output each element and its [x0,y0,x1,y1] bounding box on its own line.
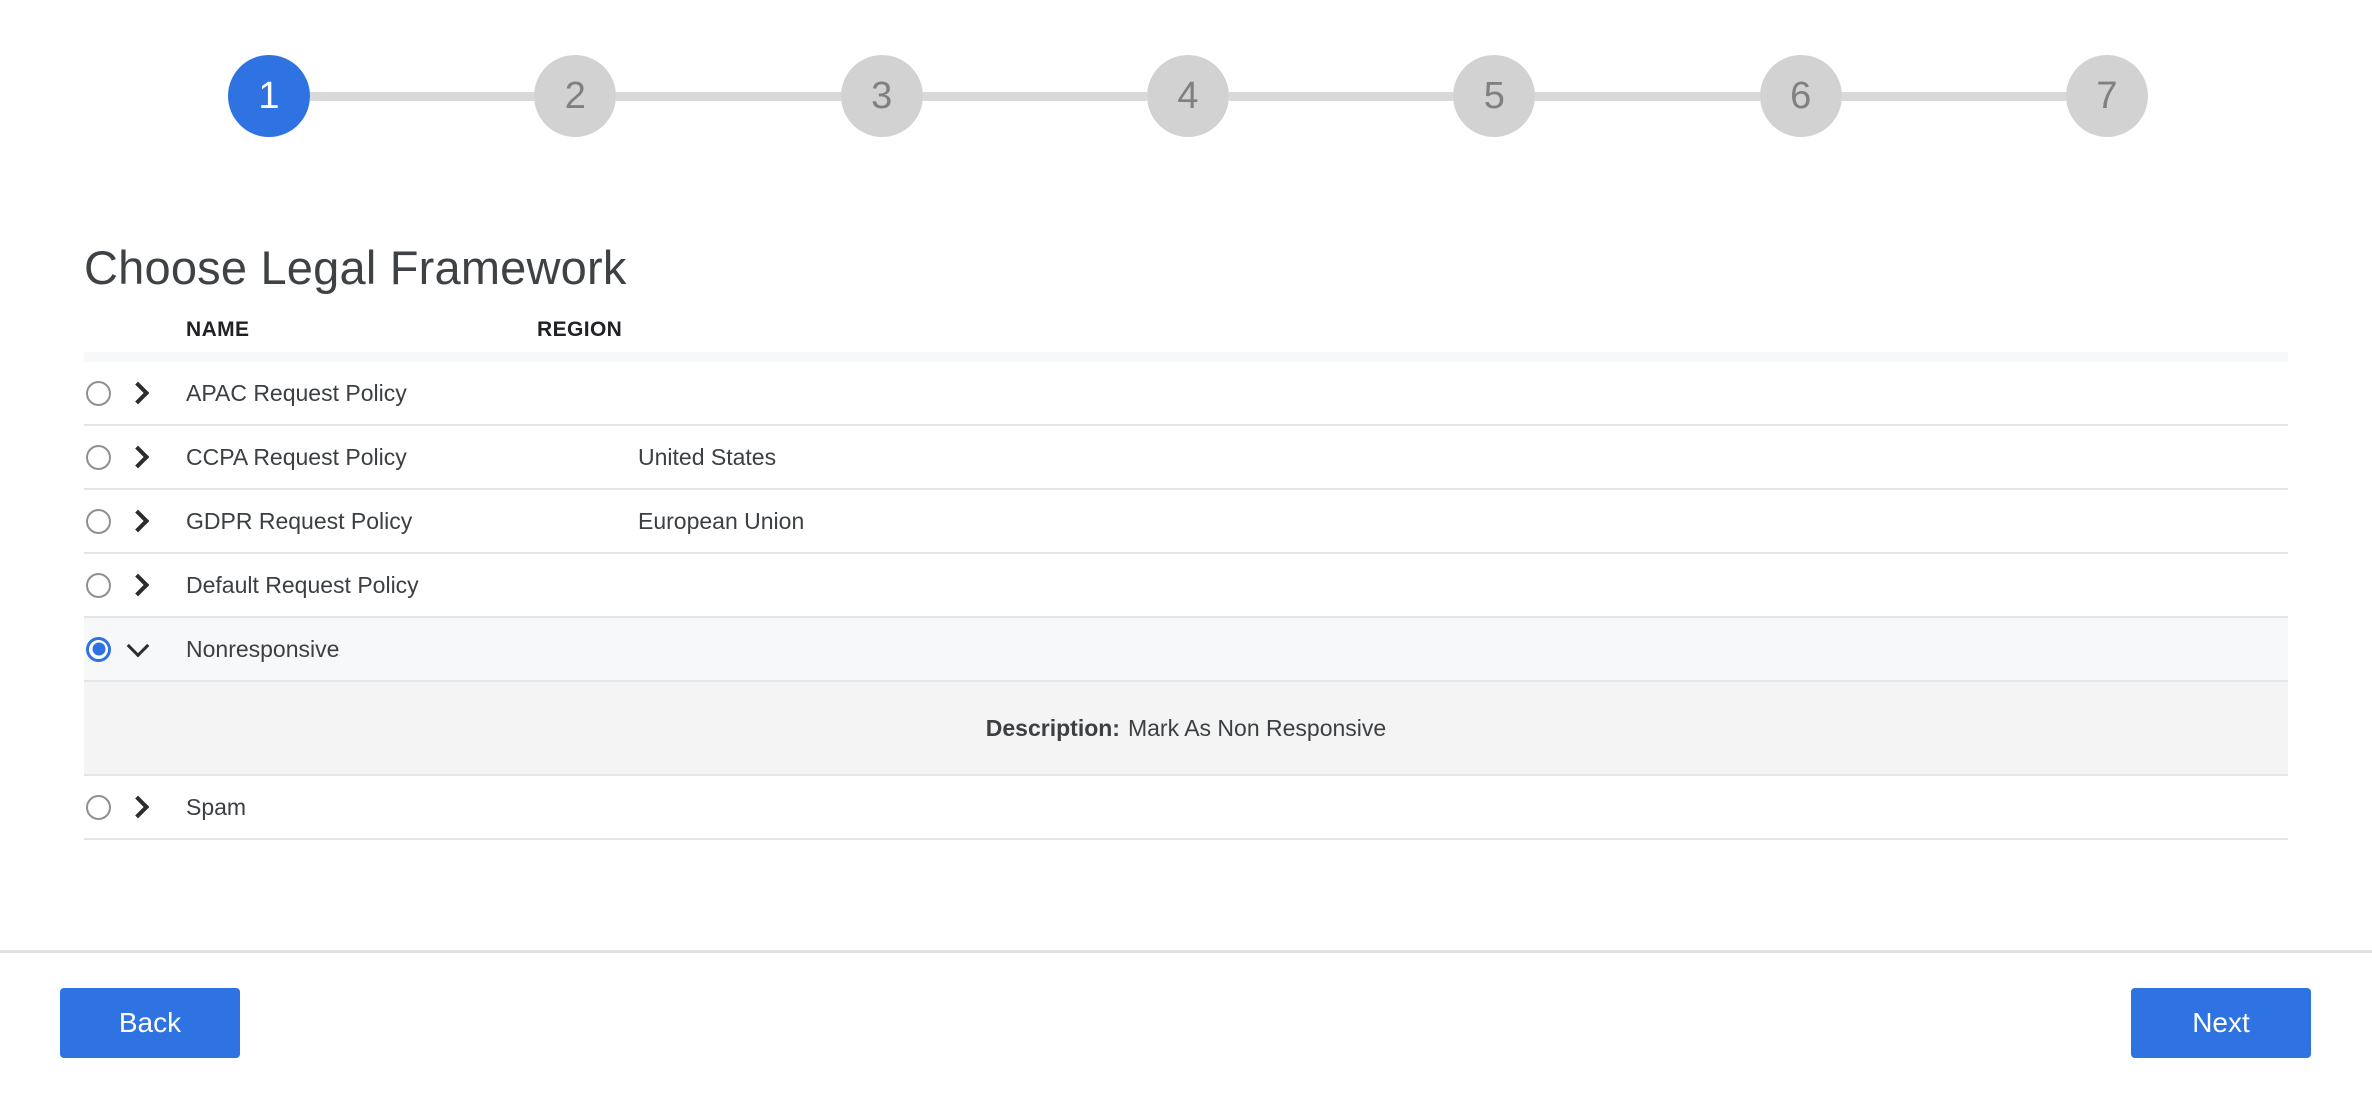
row-radio-cell[interactable] [84,380,130,406]
row-collapse-cell[interactable] [126,634,186,660]
row-name: CCPA Request Policy [186,443,407,470]
stepper-step-1[interactable]: 1 [228,55,310,137]
table-header-row: NAME REGION [84,318,2288,352]
back-button[interactable]: Back [60,988,240,1058]
row-region: United States [638,443,777,470]
next-button[interactable]: Next [2131,988,2311,1058]
row-expand-cell[interactable] [126,509,186,533]
radio-button-unselected[interactable] [86,444,111,470]
row-name: GDPR Request Policy [186,507,413,534]
table-row[interactable]: APAC Request Policy [84,362,2288,426]
footer-divider [0,950,2372,953]
row-expand-cell[interactable] [126,573,186,597]
stepper-step-6-label: 6 [1790,75,1812,117]
row-region: European Union [638,507,805,534]
table-row[interactable]: CCPA Request Policy United States [84,426,2288,490]
radio-button-selected[interactable] [86,636,111,662]
stepper-connector-5 [1535,91,1760,101]
table-row[interactable]: Spam [84,776,2288,840]
stepper-step-1-label: 1 [258,75,280,117]
chevron-right-icon[interactable] [126,509,150,533]
table-header-rule [84,352,2288,362]
column-header-region: REGION [537,318,623,341]
row-radio-cell[interactable] [84,636,130,662]
row-expand-cell[interactable] [126,381,186,405]
stepper-step-6[interactable]: 6 [1759,55,1842,137]
radio-button-unselected[interactable] [86,380,111,406]
row-name: APAC Request Policy [186,379,407,406]
row-name: Default Request Policy [186,571,419,598]
chevron-right-icon[interactable] [126,445,150,469]
stepper-step-2[interactable]: 2 [534,55,617,137]
chevron-right-icon[interactable] [126,381,150,405]
row-radio-cell[interactable] [84,444,130,470]
table-row[interactable]: GDPR Request Policy European Union [84,490,2288,554]
table-row[interactable]: Default Request Policy [84,554,2288,618]
row-description-panel: Description: Mark As Non Responsive [84,682,2288,776]
stepper-step-3[interactable]: 3 [840,55,923,137]
radio-button-unselected[interactable] [86,572,111,598]
table-row-selected[interactable]: Nonresponsive [84,618,2288,682]
stepper-step-2-label: 2 [564,75,586,117]
description-value: Mark As Non Responsive [1127,714,1387,741]
stepper-connector-4 [1228,91,1454,101]
chevron-right-icon[interactable] [126,573,150,597]
page-title: Choose Legal Framework [84,241,627,294]
stepper-step-5[interactable]: 5 [1453,55,1536,137]
chevron-down-icon[interactable] [126,634,150,658]
chevron-right-icon[interactable] [126,795,150,819]
column-header-name: NAME [186,318,250,341]
row-radio-cell[interactable] [84,794,130,820]
row-expand-cell[interactable] [126,795,186,819]
stepper-connector-6 [1841,91,2066,101]
row-radio-cell[interactable] [84,508,130,534]
description-label: Description: [985,714,1120,741]
stepper-connector-3 [922,91,1147,101]
stepper-connector-2 [616,91,841,101]
stepper-step-7-label: 7 [2096,75,2118,117]
row-radio-cell[interactable] [84,572,130,598]
stepper-step-7[interactable]: 7 [2065,55,2148,137]
row-name: Spam [186,793,247,820]
wizard-stepper: 1 2 3 4 5 6 7 [228,55,2148,137]
stepper-step-5-label: 5 [1483,75,1505,117]
radio-button-unselected[interactable] [86,508,111,534]
stepper-step-4[interactable]: 4 [1146,55,1229,137]
stepper-connector-1 [310,91,535,101]
radio-button-unselected[interactable] [86,794,111,820]
legal-framework-table: NAME REGION APAC Request Policy CCPA Req… [84,318,2288,840]
row-name: Nonresponsive [186,635,340,662]
stepper-step-4-label: 4 [1177,75,1199,117]
stepper-step-3-label: 3 [871,75,893,117]
row-expand-cell[interactable] [126,445,186,469]
